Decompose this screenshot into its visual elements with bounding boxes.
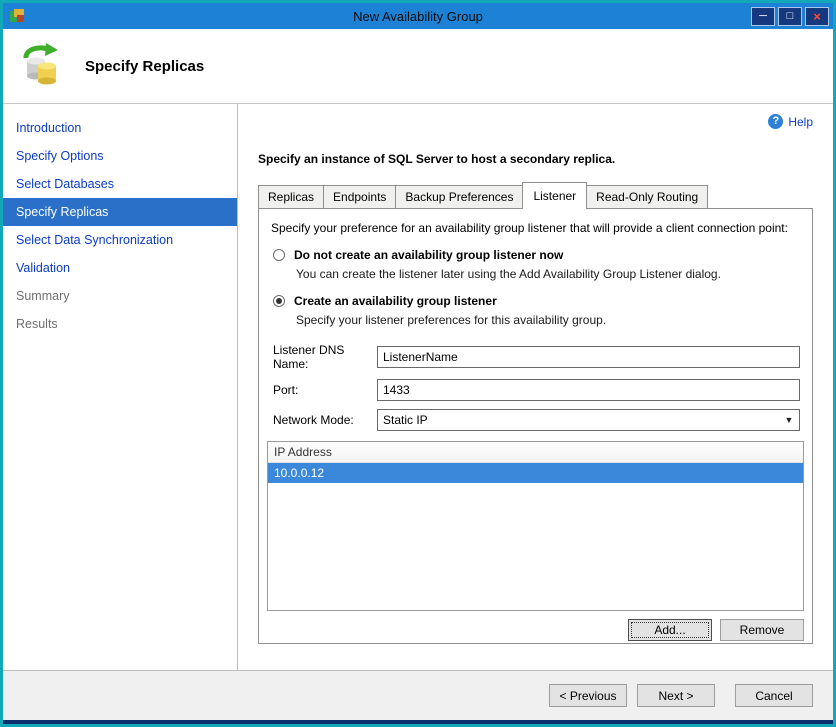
tab-strip: Replicas Endpoints Backup Preferences Li… <box>258 182 813 209</box>
instruction-text: Specify an instance of SQL Server to hos… <box>258 152 616 166</box>
sidebar-item-validation[interactable]: Validation <box>3 254 237 282</box>
radio-no-listener-label: Do not create an availability group list… <box>294 248 564 262</box>
sidebar-item-select-data-synchronization[interactable]: Select Data Synchronization <box>3 226 237 254</box>
listener-tab-panel: Specify your preference for an availabil… <box>258 208 813 644</box>
add-button[interactable]: Add... <box>628 619 712 641</box>
ip-address-row[interactable]: 10.0.0.12 <box>268 463 803 483</box>
port-input[interactable] <box>377 379 800 401</box>
dialog-footer: < Previous Next > Cancel <box>3 670 833 720</box>
main-panel: ? Help Specify an instance of SQL Server… <box>238 104 833 670</box>
sidebar-item-specify-replicas[interactable]: Specify Replicas <box>3 198 237 226</box>
sidebar-item-summary: Summary <box>16 289 70 303</box>
network-mode-value: Static IP <box>383 413 428 427</box>
ip-address-list: IP Address 10.0.0.12 <box>267 441 804 611</box>
tab-listener[interactable]: Listener <box>522 182 588 209</box>
radio-checked-icon[interactable] <box>273 295 285 307</box>
help-link[interactable]: ? Help <box>768 114 813 129</box>
ip-address-column-header: IP Address <box>268 442 803 463</box>
network-mode-row: Network Mode: Static IP ▼ <box>273 409 800 431</box>
remove-button[interactable]: Remove <box>720 619 804 641</box>
radio-create-listener-description: Specify your listener preferences for th… <box>296 313 607 327</box>
close-button[interactable]: × <box>805 6 829 26</box>
preference-text: Specify your preference for an availabil… <box>271 221 788 235</box>
radio-unchecked-icon[interactable] <box>273 249 285 261</box>
minimize-button[interactable]: ─ <box>751 6 775 26</box>
tab-read-only-routing[interactable]: Read-Only Routing <box>586 185 709 208</box>
tab-backup-preferences[interactable]: Backup Preferences <box>395 185 524 208</box>
new-availability-group-dialog: New Availability Group ─ □ × Specify Rep… <box>0 0 836 727</box>
port-row: Port: <box>273 379 800 401</box>
page-title: Specify Replicas <box>85 57 205 75</box>
help-icon: ? <box>768 114 784 129</box>
chevron-down-icon[interactable]: ▼ <box>780 411 798 429</box>
cancel-button[interactable]: Cancel <box>735 684 813 707</box>
app-icon <box>9 8 25 24</box>
window-bottom-edge <box>3 720 833 724</box>
help-label: Help <box>788 114 813 129</box>
sidebar-item-specify-options[interactable]: Specify Options <box>3 142 237 170</box>
tab-replicas[interactable]: Replicas <box>258 185 325 208</box>
titlebar[interactable]: New Availability Group ─ □ × <box>3 3 833 29</box>
sidebar-item-introduction[interactable]: Introduction <box>3 114 237 142</box>
ip-list-buttons: Add... Remove <box>259 619 804 641</box>
radio-create-listener[interactable]: Create an availability group listener <box>273 294 812 308</box>
wizard-header: Specify Replicas <box>3 29 833 104</box>
maximize-button[interactable]: □ <box>778 6 802 26</box>
radio-no-listener-description: You can create the listener later using … <box>296 267 721 281</box>
dialog-body: Introduction Specify Options Select Data… <box>3 104 833 670</box>
wizard-steps-sidebar: Introduction Specify Options Select Data… <box>3 104 238 670</box>
window-title: New Availability Group <box>353 8 483 24</box>
sidebar-item-results: Results <box>16 317 58 331</box>
next-button[interactable]: Next > <box>637 684 715 707</box>
window-controls: ─ □ × <box>748 6 829 26</box>
sidebar-item-select-databases[interactable]: Select Databases <box>3 170 237 198</box>
dns-name-row: Listener DNS Name: <box>273 343 800 371</box>
tab-endpoints[interactable]: Endpoints <box>323 185 397 208</box>
dns-name-input[interactable] <box>377 346 800 368</box>
radio-create-listener-label: Create an availability group listener <box>294 294 497 308</box>
database-sync-icon <box>19 42 65 91</box>
network-mode-label: Network Mode: <box>273 413 354 427</box>
port-label: Port: <box>273 383 299 397</box>
radio-no-listener[interactable]: Do not create an availability group list… <box>273 248 812 262</box>
dns-name-label: Listener DNS Name: <box>273 343 345 371</box>
previous-button[interactable]: < Previous <box>549 684 627 707</box>
network-mode-select[interactable]: Static IP ▼ <box>377 409 800 431</box>
